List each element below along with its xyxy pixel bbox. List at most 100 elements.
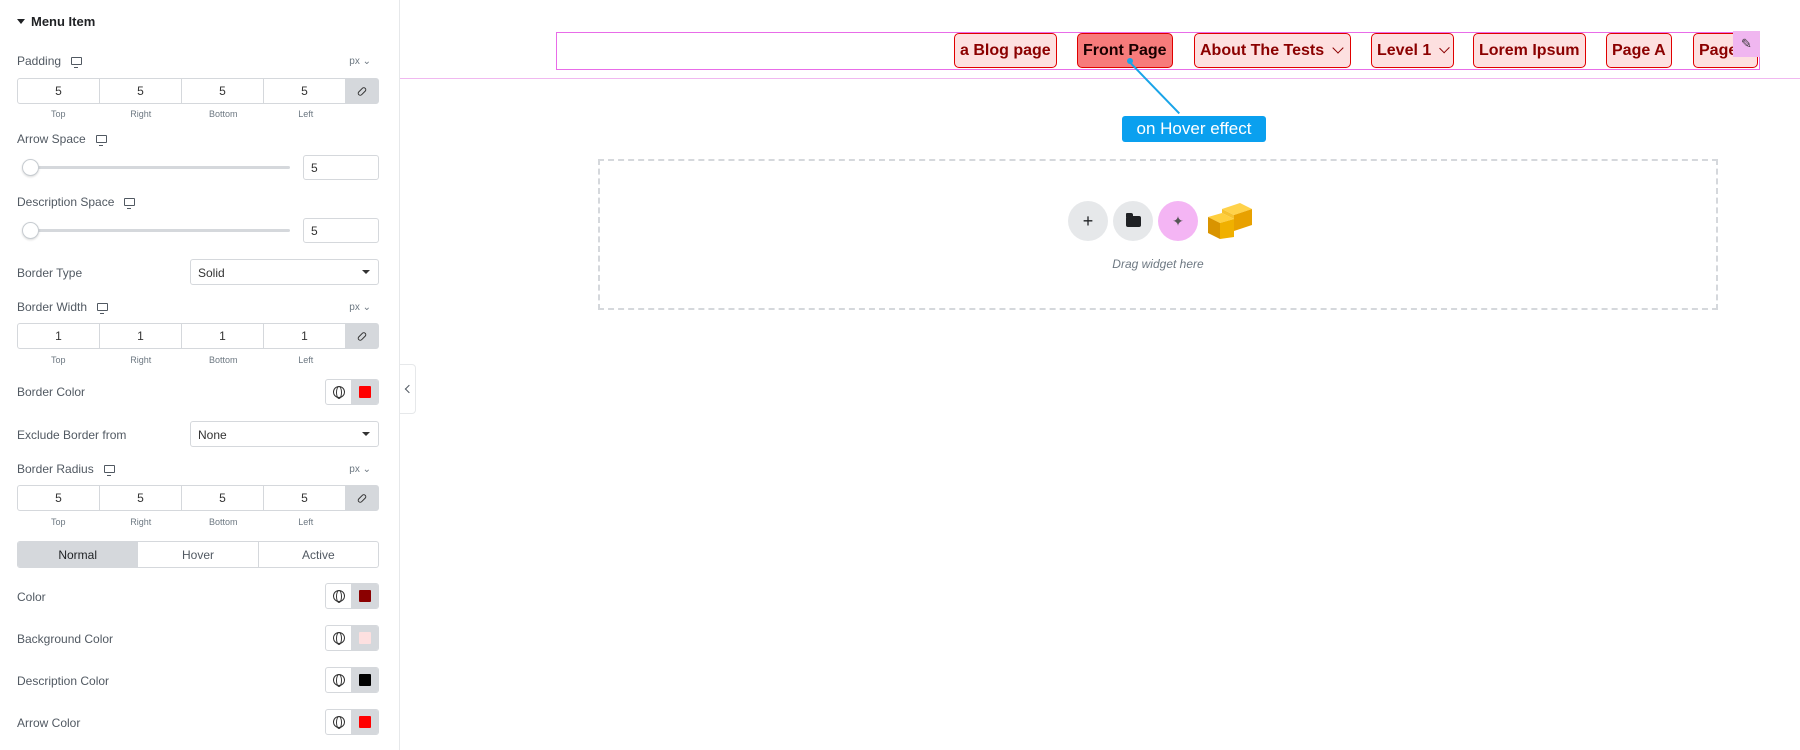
menu-item-about-the-tests[interactable]: About The Tests (1194, 33, 1351, 68)
border-width-top-input[interactable]: 1 (18, 324, 100, 348)
border-width-unit-select[interactable]: px ⌄ (349, 302, 371, 313)
padding-left-input[interactable]: 5 (264, 79, 346, 103)
padding-unit-select[interactable]: px ⌄ (349, 56, 371, 67)
tab-normal[interactable]: Normal (18, 542, 139, 567)
padding-dim-labels: Top Right Bottom Left (50, 109, 314, 119)
edit-widget-button[interactable]: ✎ (1733, 31, 1760, 57)
border-radius-right-input[interactable]: 5 (100, 486, 182, 510)
border-color-swatch[interactable] (351, 380, 378, 404)
link-icon (356, 330, 368, 342)
description-space-slider[interactable] (22, 222, 290, 239)
link-icon (356, 492, 368, 504)
tab-hover[interactable]: Hover (138, 542, 259, 567)
pencil-icon: ✎ (1741, 36, 1752, 51)
dropzone-label: Drag widget here (1112, 257, 1204, 271)
color-label: Color (17, 590, 46, 604)
sparkle-icon: ✦ (1172, 212, 1184, 229)
link-icon (356, 85, 368, 97)
background-color-swatch[interactable] (351, 626, 378, 650)
arrow-space-input[interactable]: 5 (303, 155, 379, 180)
tab-active[interactable]: Active (259, 542, 378, 567)
border-radius-dim-labels: Top Right Bottom Left (50, 517, 314, 527)
globe-icon (332, 632, 345, 645)
border-width-right-input[interactable]: 1 (100, 324, 182, 348)
settings-panel: Menu Item Padding px ⌄ 5 5 5 5 Top Right B… (0, 0, 400, 750)
arrow-color-swatch[interactable] (351, 710, 378, 734)
description-color-swatch[interactable] (351, 668, 378, 692)
background-color-label: Background Color (17, 632, 114, 646)
slider-handle[interactable] (22, 222, 39, 239)
border-type-select[interactable]: Solid (190, 259, 379, 285)
color-swatch[interactable] (351, 584, 378, 608)
cube-icon[interactable] (1208, 203, 1252, 239)
border-radius-top-input[interactable]: 5 (18, 486, 100, 510)
menu-item-front-page[interactable]: Front Page (1077, 33, 1173, 68)
exclude-border-select[interactable]: None (190, 421, 379, 447)
global-colors-button[interactable] (326, 710, 351, 734)
link-values-button[interactable] (346, 79, 378, 103)
global-colors-button[interactable] (326, 584, 351, 608)
globe-icon (332, 674, 345, 687)
padding-bottom-input[interactable]: 5 (182, 79, 264, 103)
folder-icon (1125, 212, 1141, 227)
arrow-space-slider[interactable] (22, 159, 290, 176)
menu-item-page-a[interactable]: Page A (1606, 33, 1672, 68)
chevron-down-icon (1332, 42, 1344, 54)
section-title: Menu Item (31, 14, 96, 29)
global-colors-button[interactable] (326, 626, 351, 650)
dropdown-arrow-icon (362, 270, 370, 274)
hover-effect-callout: on Hover effect (1122, 116, 1266, 142)
desktop-icon[interactable] (124, 198, 136, 209)
link-values-button[interactable] (346, 486, 378, 510)
section-toggle-menu-item[interactable]: Menu Item (17, 14, 95, 29)
border-width-left-input[interactable]: 1 (264, 324, 346, 348)
arrow-color-label: Arrow Color (17, 716, 81, 730)
globe-icon (332, 716, 345, 729)
global-colors-button[interactable] (326, 668, 351, 692)
padding-label: Padding (17, 54, 83, 68)
padding-top-input[interactable]: 5 (18, 79, 100, 103)
border-type-label: Border Type (17, 266, 83, 280)
widget-dropzone[interactable]: + ✦ Drag widget here (598, 159, 1718, 310)
chevron-down-icon (1439, 42, 1450, 54)
border-color-label: Border Color (17, 385, 86, 399)
chevron-left-icon (404, 384, 414, 394)
state-tabs: Normal Hover Active (17, 541, 379, 568)
exclude-border-label: Exclude Border from (17, 428, 127, 442)
ai-generate-button[interactable]: ✦ (1158, 201, 1198, 241)
border-radius-left-input[interactable]: 5 (264, 486, 346, 510)
global-colors-button[interactable] (326, 380, 351, 404)
arrow-space-label: Arrow Space (17, 132, 107, 146)
desktop-icon[interactable] (71, 57, 83, 68)
desktop-icon[interactable] (95, 135, 107, 146)
description-color-control (325, 667, 379, 693)
border-width-label: Border Width (17, 300, 109, 314)
caret-down-icon (17, 19, 25, 24)
link-values-button[interactable] (346, 324, 378, 348)
add-section-button[interactable]: + (1068, 201, 1108, 241)
desktop-icon[interactable] (103, 465, 115, 476)
menu-item-level-1[interactable]: Level 1 (1371, 33, 1454, 68)
border-width-bottom-input[interactable]: 1 (182, 324, 264, 348)
add-template-button[interactable] (1113, 201, 1153, 241)
border-radius-bottom-input[interactable]: 5 (182, 486, 264, 510)
menu-item-lorem-ipsum[interactable]: Lorem Ipsum (1473, 33, 1586, 68)
padding-dimensions: 5 5 5 5 (17, 78, 379, 104)
arrow-color-control (325, 709, 379, 735)
border-radius-label: Border Radius (17, 462, 115, 476)
dropdown-arrow-icon (362, 432, 370, 436)
globe-icon (332, 590, 345, 603)
slider-handle[interactable] (22, 159, 39, 176)
padding-right-input[interactable]: 5 (100, 79, 182, 103)
globe-icon (332, 386, 345, 399)
plus-icon: + (1082, 210, 1094, 231)
description-space-input[interactable]: 5 (303, 218, 379, 243)
border-radius-unit-select[interactable]: px ⌄ (349, 464, 371, 475)
description-color-label: Description Color (17, 674, 110, 688)
background-color-control (325, 625, 379, 651)
desktop-icon[interactable] (97, 303, 109, 314)
menu-item-blog[interactable]: a Blog page (954, 33, 1057, 68)
border-color-control (325, 379, 379, 405)
collapse-panel-button[interactable] (400, 364, 416, 414)
border-radius-dimensions: 5 5 5 5 (17, 485, 379, 511)
